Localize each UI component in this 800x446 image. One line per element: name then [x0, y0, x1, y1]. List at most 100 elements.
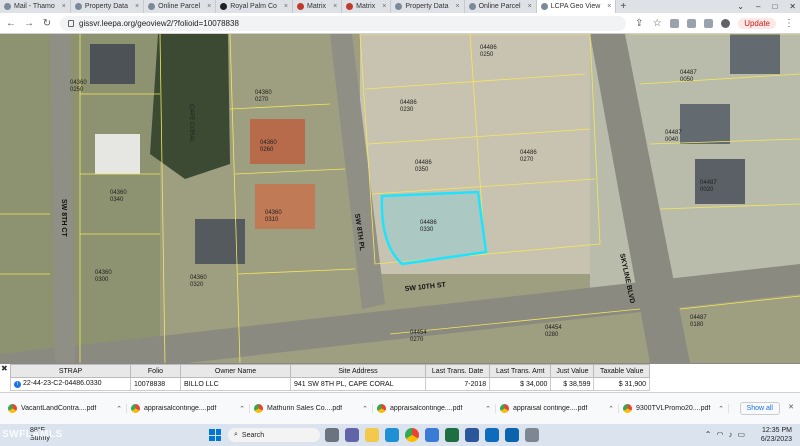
share-icon[interactable]: ⇪ [634, 18, 644, 29]
maximize-button[interactable]: □ [772, 2, 777, 11]
task-view-icon[interactable] [325, 428, 339, 442]
tab-search-icon[interactable]: ⌄ [737, 2, 744, 11]
owner-cell: BILLO LLC [180, 377, 291, 391]
column-header[interactable]: Taxable Value [593, 364, 650, 378]
column-header[interactable]: Last Trans. Date [424, 364, 491, 378]
close-icon[interactable]: × [456, 3, 460, 10]
close-icon[interactable]: × [333, 3, 337, 10]
tab-royal-palm[interactable]: Royal Palm Co × [216, 0, 293, 13]
show-all-button[interactable]: Show all [739, 402, 780, 415]
chevron-down-icon[interactable]: ⌃ [116, 405, 122, 413]
extension-icon[interactable] [670, 18, 680, 28]
close-icon[interactable]: × [382, 3, 386, 10]
close-icon[interactable]: × [528, 3, 532, 10]
chevron-down-icon[interactable]: ⌃ [362, 405, 368, 413]
column-header[interactable]: Just Value [550, 364, 595, 378]
taskbar-search[interactable]: ⌕ Search [228, 428, 320, 442]
download-item[interactable]: VacantLandContra....pdf ⌃ [4, 404, 127, 413]
chevron-down-icon[interactable]: ⌃ [485, 405, 491, 413]
taskbar: 88°F Sunny ⌕ Search ⌃ ◠ ♪ ▭ 12:35 PM 6/2… [0, 424, 800, 446]
canal-label: CAPE CORAL [188, 104, 194, 143]
settings-icon[interactable] [525, 428, 539, 442]
info-icon[interactable]: i [14, 381, 21, 388]
column-header[interactable]: Folio [130, 364, 181, 378]
volume-icon[interactable]: ♪ [728, 430, 732, 439]
trans-date-cell: 7-2018 [424, 377, 491, 391]
close-window-button[interactable]: ✕ [789, 2, 796, 11]
tab-mail[interactable]: Mail - Thamo × [0, 0, 71, 13]
site-icon [220, 3, 228, 10]
menu-icon[interactable]: ⋮ [784, 18, 794, 29]
column-header[interactable]: Owner Name [180, 364, 291, 378]
store-icon[interactable] [425, 428, 439, 442]
new-tab-button[interactable]: + [620, 1, 626, 12]
clock[interactable]: 12:35 PM 6/23/2023 [761, 426, 792, 444]
address-cell: 941 SW 8TH PL, CAPE CORAL [290, 377, 426, 391]
download-item[interactable]: appraisal continge....pdf ⌃ [496, 404, 619, 413]
battery-icon[interactable]: ▭ [737, 430, 745, 439]
tab-lcpa-geo-view[interactable]: LCPA Geo View × [536, 0, 617, 13]
tab-matrix-2[interactable]: Matrix × [342, 0, 392, 13]
update-button[interactable]: Update [738, 17, 776, 29]
downloads-bar: VacantLandContra....pdf ⌃ appraisalcontin… [0, 392, 800, 424]
chat-icon[interactable] [345, 428, 359, 442]
aerial-map[interactable]: CAPE CORAL 04486 0330 04486 0350 04486 0… [0, 34, 800, 363]
tab-matrix-1[interactable]: Matrix × [293, 0, 343, 13]
excel-icon[interactable] [445, 428, 459, 442]
system-tray: ⌃ ◠ ♪ ▭ [705, 430, 745, 439]
close-icon[interactable]: × [62, 3, 66, 10]
matrix-icon [346, 3, 354, 10]
file-explorer-icon[interactable] [365, 428, 379, 442]
column-header[interactable]: Last Trans. Amt [489, 364, 552, 378]
chrome-icon[interactable] [405, 428, 419, 442]
close-icon[interactable]: × [284, 3, 288, 10]
download-item[interactable]: appraisalcontinge....pdf ⌃ [127, 404, 250, 413]
chevron-down-icon[interactable]: ⌃ [239, 405, 245, 413]
tab-property-data[interactable]: Property Data × [71, 0, 145, 13]
url-field[interactable]: gissvr.leepa.org/geoview2/?folioid=10078… [60, 15, 627, 31]
window-controls: ⌄ – □ ✕ [737, 0, 796, 13]
close-downloads-icon[interactable]: ✕ [788, 403, 794, 411]
profile-avatar[interactable] [721, 18, 731, 28]
chrome-icon [254, 404, 263, 413]
forward-icon[interactable]: → [24, 18, 34, 29]
windows-start-icon[interactable] [209, 429, 221, 441]
minimize-button[interactable]: – [756, 2, 760, 11]
chevron-up-icon[interactable]: ⌃ [705, 430, 712, 439]
download-item[interactable]: 9300TVLPromo20....pdf ⌃ [619, 404, 729, 413]
table-row[interactable]: i 22-44-23-C2-04486.0330 10078838 BILLO … [10, 377, 650, 391]
search-icon: ⌕ [234, 431, 238, 438]
house-roof [90, 44, 135, 84]
close-icon[interactable]: × [607, 3, 611, 10]
chrome-icon [8, 404, 17, 413]
sidebar-icon[interactable] [704, 18, 714, 28]
globe-icon [74, 3, 82, 10]
puzzle-icon[interactable] [687, 18, 697, 28]
selected-parcel[interactable] [380, 190, 488, 266]
taxable-value-cell: $ 31,900 [593, 377, 650, 391]
column-header[interactable]: STRAP [10, 364, 131, 378]
word-icon[interactable] [465, 428, 479, 442]
house-roof [730, 34, 780, 74]
close-icon[interactable]: × [207, 3, 211, 10]
chrome-icon [377, 404, 386, 413]
download-item[interactable]: Mathurin Sales Co....pdf ⌃ [250, 404, 373, 413]
download-item[interactable]: appraisalcontinge....pdf ⌃ [373, 404, 496, 413]
column-header[interactable]: Site Address [290, 364, 426, 378]
reload-icon[interactable]: ↻ [42, 18, 52, 29]
wifi-icon[interactable]: ◠ [716, 430, 723, 439]
tab-online-parcel-2[interactable]: Online Parcel × [465, 0, 537, 13]
tab-strip: Mail - Thamo × Property Data × Online Parc… [0, 0, 800, 13]
tab-property-data-2[interactable]: Property Data × [391, 0, 465, 13]
bookmark-star-icon[interactable]: ☆ [652, 18, 662, 29]
tab-online-parcel[interactable]: Online Parcel × [144, 0, 217, 13]
close-table-icon[interactable]: ✖ [1, 365, 9, 373]
mail-icon[interactable] [505, 428, 519, 442]
house-roof [680, 104, 730, 144]
chevron-down-icon[interactable]: ⌃ [608, 405, 614, 413]
chevron-down-icon[interactable]: ⌃ [718, 405, 724, 413]
back-icon[interactable]: ← [6, 18, 16, 29]
outlook-icon[interactable] [485, 428, 499, 442]
close-icon[interactable]: × [135, 3, 139, 10]
edge-icon[interactable] [385, 428, 399, 442]
